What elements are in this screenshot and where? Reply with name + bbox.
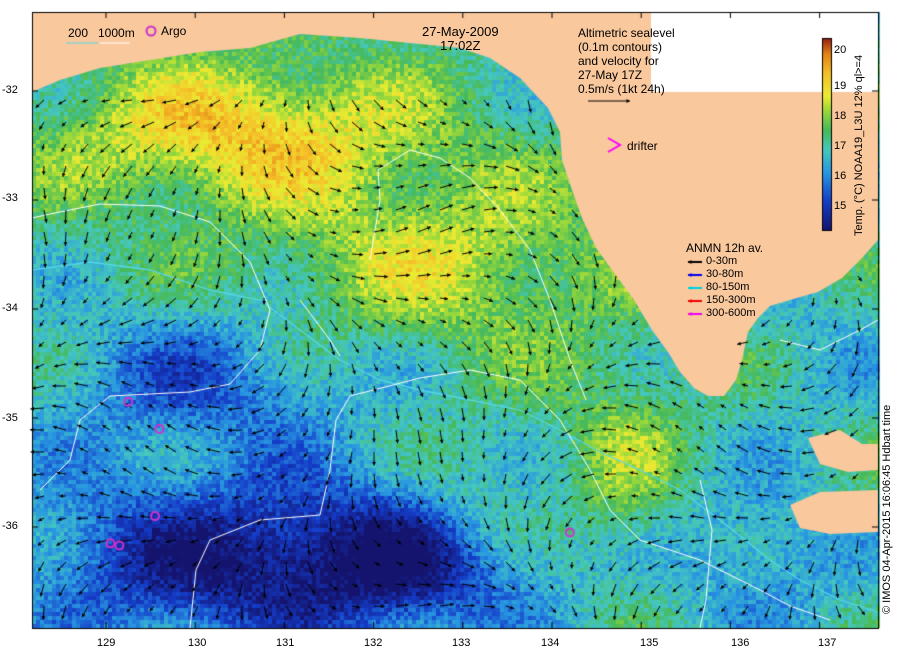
scale-1000m-label: 1000m [98,26,135,40]
anmn-item-300-600m: 300-600m [706,307,756,319]
lon-tick-134: 134 [541,637,560,649]
colorbar-tick-15: 15 [834,200,847,212]
lon-tick-136: 136 [731,637,750,649]
drifter-label: drifter [627,139,658,153]
anmn-item-80-150m: 80-150m [706,281,750,293]
lat-tick--32: -32 [2,84,18,96]
imos-credit: © IMOS 04-Apr-2015 16:06:45 Hdbart time [881,404,893,614]
colorbar-tick-19: 19 [834,80,847,92]
lon-tick-131: 131 [276,637,295,649]
sst-map-canvas [0,0,900,660]
altimetry-line-3: and velocity for [578,54,659,68]
anmn-item-150-300m: 150-300m [706,294,756,306]
lat-tick--36: -36 [2,520,18,532]
colorbar-tick-16: 16 [834,170,847,182]
lat-tick--34: -34 [2,302,18,314]
lon-tick-130: 130 [188,637,207,649]
lon-tick-135: 135 [640,637,659,649]
argo-label: Argo [161,24,187,38]
colorbar-tick-20: 20 [834,44,847,56]
lat-tick--35: -35 [2,412,18,424]
altimetry-line-4: 27-May 17Z [578,68,643,82]
map-date: 27-May-2009 [422,24,499,39]
altimetry-line-1: Altimetric sealevel [578,26,675,40]
colorbar-tick-17: 17 [834,140,847,152]
lon-tick-132: 132 [364,637,383,649]
lon-tick-137: 137 [818,637,837,649]
lon-tick-129: 129 [97,637,116,649]
anmn-title: ANMN 12h av. [686,241,764,255]
colorbar-tick-18: 18 [834,110,847,122]
scale-200-label: 200 [68,26,89,40]
anmn-item-30-80m: 30-80m [706,268,744,280]
colorbar-title: Temp. (°C) NOAA19_L3U 12% ql>=4 [853,54,865,236]
lat-tick--33: -33 [2,192,18,204]
altimetry-line-5: 0.5m/s (1kt 24h) [578,82,665,96]
altimetry-line-2: (0.1m contours) [578,40,663,54]
anmn-item-0-30m: 0-30m [706,255,738,267]
map-time: 17:02Z [440,38,481,53]
lon-tick-133: 133 [452,637,471,649]
